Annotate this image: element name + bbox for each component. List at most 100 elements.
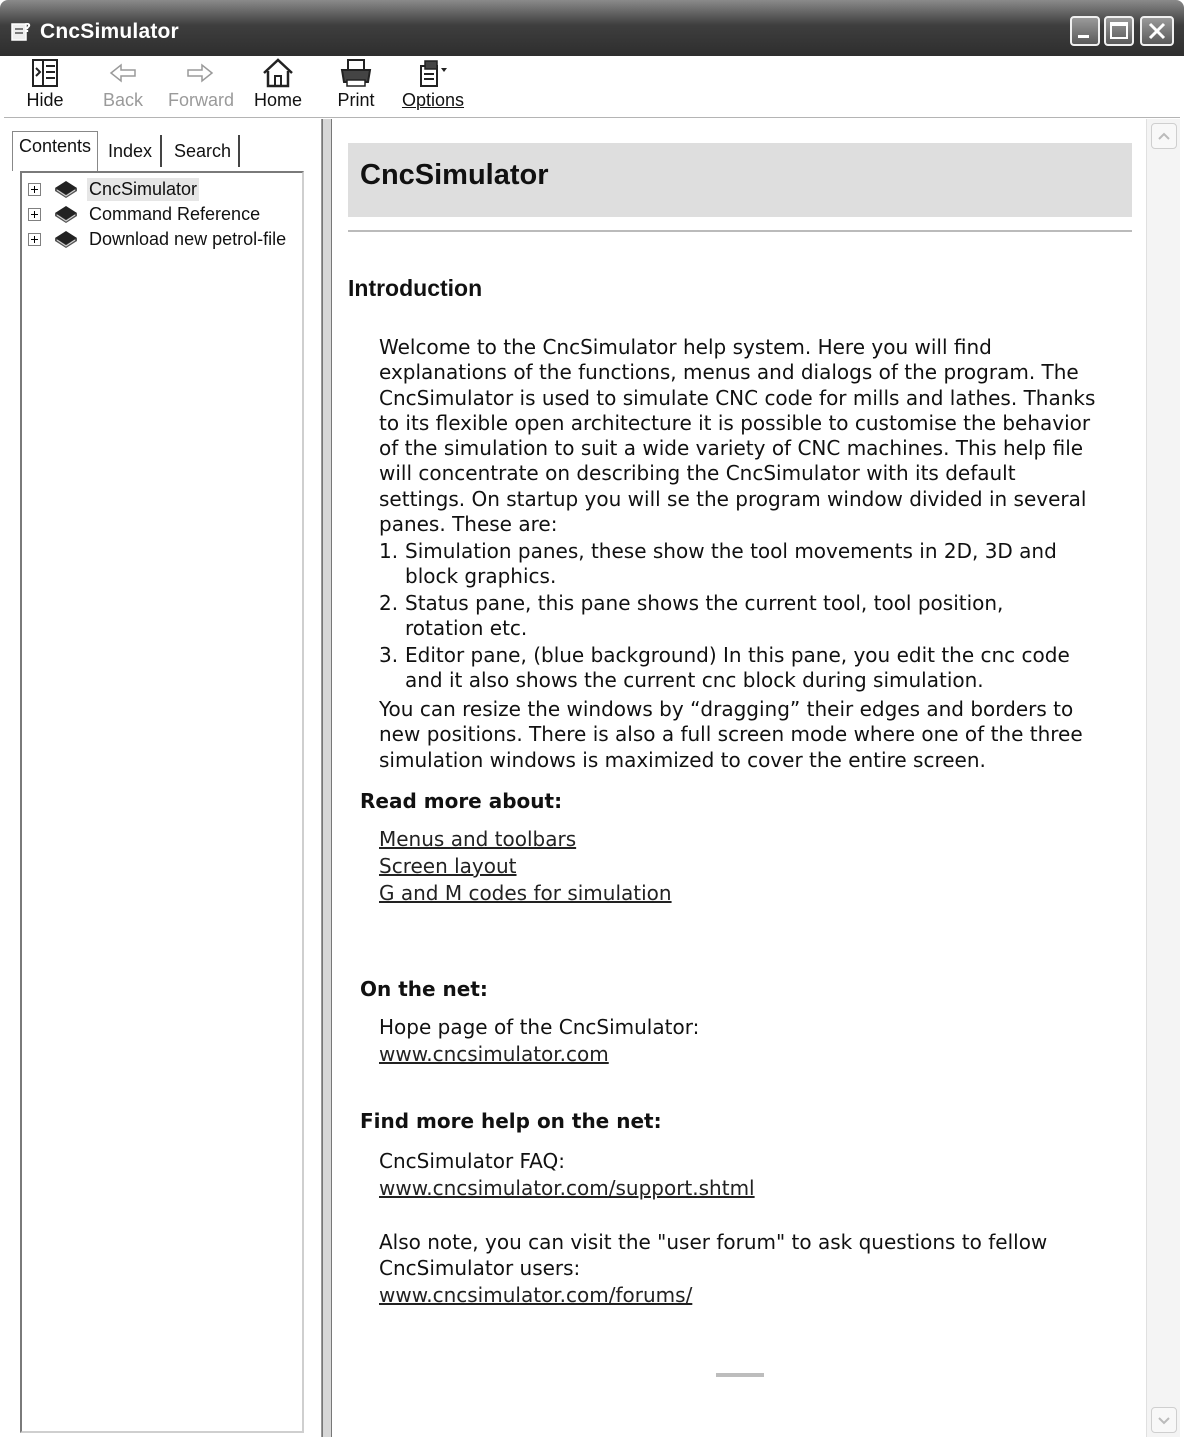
more-help-heading: Find more help on the net: [360, 1109, 662, 1133]
maximize-button[interactable] [1104, 16, 1134, 46]
pane-splitter[interactable] [322, 119, 332, 1437]
home-label: Home [253, 90, 302, 110]
options-button[interactable]: Options [400, 58, 466, 116]
tree-item-label: Download new petrol-file [89, 228, 287, 249]
text-line: Editor pane, (blue background) In this p… [405, 643, 1070, 668]
text-line: You can resize the windows by “dragging”… [379, 697, 1074, 721]
chevron-up-icon [1158, 132, 1170, 140]
tree-item-download-petrol-file[interactable]: Download new petrol-file [28, 227, 288, 251]
text-line: settings. On startup you will se the pro… [379, 486, 1087, 511]
options-icon [420, 60, 447, 87]
text-line: panes. These are: [379, 512, 558, 537]
book-icon [55, 181, 77, 198]
divider [348, 230, 1132, 232]
forum-link[interactable]: www.cncsimulator.com/forums/ [379, 1283, 692, 1307]
tab-contents-label: Contents [19, 136, 92, 156]
introduction-heading: Introduction [348, 275, 483, 301]
faq-text: CncSimulator FAQ: [379, 1149, 565, 1173]
forward-arrow-icon [187, 63, 214, 83]
tab-contents[interactable]: Contents [12, 131, 98, 171]
forum-text-line: CncSimulator users: [379, 1256, 581, 1280]
print-button[interactable]: Print [334, 58, 378, 116]
back-arrow-icon [109, 63, 136, 83]
scroll-up-button[interactable] [1151, 123, 1177, 149]
back-label: Back [102, 90, 144, 110]
navigation-pane: Contents Index Search CncSimulator Comma… [4, 119, 322, 1437]
resize-paragraph: You can resize the windows by “dragging”… [379, 697, 1134, 773]
toolbar: Hide Back Forward Home Print Options [4, 56, 1180, 118]
home-button[interactable]: Home [252, 58, 304, 116]
list-item: 2. Status pane, this pane shows the curr… [379, 591, 1134, 642]
hide-button[interactable]: Hide [22, 58, 68, 116]
introduction-paragraph: Welcome to the CncSimulator help system.… [379, 335, 1134, 537]
page-title: CncSimulator [360, 159, 549, 191]
text-line: CncSimulator is used to simulate CNC cod… [379, 385, 1096, 410]
tab-search[interactable]: Search [168, 135, 240, 167]
help-topic: CncSimulator Introduction Welcome to the… [332, 119, 1146, 1437]
text-line: new positions. There is also a full scre… [379, 722, 1083, 747]
tree-item-cncsimulator[interactable]: CncSimulator [28, 177, 200, 201]
expand-plus-icon[interactable] [28, 207, 41, 221]
faq-link[interactable]: www.cncsimulator.com/support.shtml [379, 1176, 755, 1200]
scroll-down-button[interactable] [1151, 1407, 1177, 1433]
book-icon [55, 206, 77, 223]
text-line: to its flexible open architecture it is … [379, 410, 1091, 435]
home-icon [263, 58, 293, 88]
hide-label: Hide [26, 90, 64, 110]
tree-item-command-reference[interactable]: Command Reference [28, 202, 262, 226]
text-line: simulation windows is maximized to cover… [379, 747, 986, 772]
forward-button[interactable]: Forward [168, 58, 235, 116]
maximize-icon [1110, 22, 1128, 39]
menus-toolbars-link[interactable]: Menus and toolbars [379, 827, 576, 851]
window-title: CncSimulator [40, 20, 179, 43]
screen-layout-link[interactable]: Screen layout [379, 854, 517, 878]
chevron-down-icon [1158, 1417, 1170, 1425]
tree-item-label: Command Reference [89, 203, 261, 224]
read-more-heading: Read more about: [360, 789, 563, 813]
back-button[interactable]: Back [98, 58, 148, 116]
home-page-text: Hope page of the CncSimulator: [379, 1015, 700, 1039]
book-icon [55, 231, 77, 248]
tab-index[interactable]: Index [102, 135, 162, 167]
g-m-codes-link[interactable]: G and M codes for simulation [379, 881, 672, 905]
topic-header: CncSimulator [348, 143, 1132, 217]
list-number: 1. [379, 539, 399, 563]
tab-search-label: Search [174, 141, 232, 161]
text-line: explanations of the functions, menus and… [379, 360, 1079, 385]
cncsimulator-home-link[interactable]: www.cncsimulator.com [379, 1042, 609, 1066]
text-line: will concentrate on describing the CncSi… [379, 461, 1016, 486]
vertical-scrollbar[interactable] [1146, 119, 1180, 1437]
text-line: Status pane, this pane shows the current… [405, 591, 1004, 616]
close-icon [1148, 22, 1166, 40]
list-item: 3. Editor pane, (blue background) In thi… [379, 643, 1134, 694]
tab-index-label: Index [108, 141, 153, 161]
expand-plus-icon[interactable] [28, 232, 41, 246]
text-line: and it also shows the current cnc block … [405, 668, 984, 693]
text-line: Simulation panes, these show the tool mo… [405, 539, 1057, 563]
printer-icon [340, 59, 372, 87]
list-number: 3. [379, 643, 399, 668]
text-line: rotation etc. [405, 616, 528, 641]
tree-item-label: CncSimulator [87, 177, 200, 201]
minimize-button[interactable] [1070, 16, 1100, 46]
svg-text:?: ? [24, 21, 31, 35]
help-app-icon: ? [11, 21, 31, 41]
options-label: Options [401, 90, 465, 110]
minimize-icon [1078, 35, 1089, 38]
footer-divider [716, 1373, 764, 1377]
title-bar: ? CncSimulator [0, 0, 1184, 56]
text-line: Welcome to the CncSimulator help system.… [379, 335, 992, 359]
forward-label: Forward [168, 90, 235, 110]
panes-list: 1. Simulation panes, these show the tool… [379, 539, 1134, 695]
print-label: Print [337, 90, 375, 110]
text-line: block graphics. [405, 564, 557, 589]
hide-icon [32, 59, 58, 87]
forum-text-line: Also note, you can visit the "user forum… [379, 1230, 1048, 1254]
text-line: of the simulation to suit a wide variety… [379, 436, 1084, 461]
close-button[interactable] [1140, 16, 1174, 46]
expand-plus-icon[interactable] [28, 182, 41, 196]
list-number: 2. [379, 591, 399, 616]
contents-tree: CncSimulator Command Reference Download … [20, 171, 304, 1433]
content-pane: CncSimulator Introduction Welcome to the… [332, 119, 1184, 1437]
on-the-net-heading: On the net: [360, 977, 488, 1001]
